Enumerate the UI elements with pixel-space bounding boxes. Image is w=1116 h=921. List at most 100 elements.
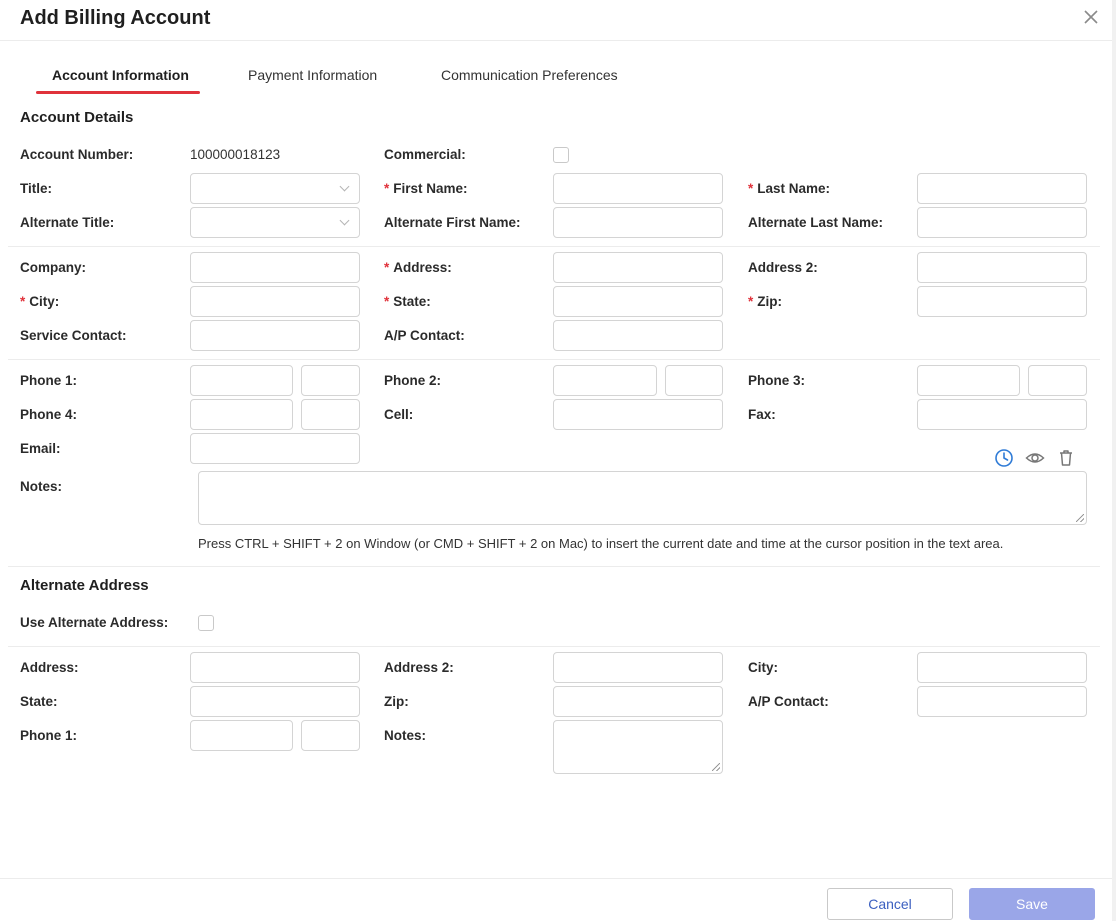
phone2-input[interactable] <box>553 365 657 396</box>
address2-label: Address 2: <box>748 260 818 275</box>
divider <box>8 566 1100 567</box>
alt-notes-textarea[interactable] <box>553 720 723 774</box>
cell-label: Cell: <box>384 407 414 422</box>
phone4-input[interactable] <box>190 399 293 430</box>
service-contact-input[interactable] <box>190 320 360 351</box>
first-name-label: * First Name: <box>384 181 468 196</box>
header-divider <box>0 40 1112 41</box>
resize-handle[interactable] <box>1076 514 1084 522</box>
tab-communication-preferences[interactable]: Communication Preferences <box>441 66 618 84</box>
notes-hint: Press CTRL + SHIFT + 2 on Window (or CMD… <box>198 536 1004 551</box>
save-button[interactable]: Save <box>969 888 1095 920</box>
divider <box>8 359 1100 360</box>
alt-state-input[interactable] <box>190 686 360 717</box>
title-select[interactable] <box>190 173 360 204</box>
fax-label: Fax: <box>748 407 776 422</box>
commercial-label: Commercial: <box>384 147 466 162</box>
alternate-title-label: Alternate Title: <box>20 215 115 230</box>
use-alternate-address-label: Use Alternate Address: <box>20 615 169 630</box>
alt-ap-contact-input[interactable] <box>917 686 1087 717</box>
last-name-input[interactable] <box>917 173 1087 204</box>
commercial-checkbox[interactable] <box>553 147 569 163</box>
required-mark: * <box>384 294 390 309</box>
address-input[interactable] <box>553 252 723 283</box>
phone2-ext-input[interactable] <box>665 365 723 396</box>
dialog-title: Add Billing Account <box>20 7 211 29</box>
tab-payment-information[interactable]: Payment Information <box>248 66 377 84</box>
alt-address2-input[interactable] <box>553 652 723 683</box>
cell-input[interactable] <box>553 399 723 430</box>
close-icon[interactable] <box>1082 8 1100 26</box>
alternate-last-name-label: Alternate Last Name: <box>748 215 884 230</box>
alt-address-input[interactable] <box>190 652 360 683</box>
phone1-ext-input[interactable] <box>301 365 360 396</box>
alt-state-label: State: <box>20 694 58 709</box>
fax-input[interactable] <box>917 399 1087 430</box>
tab-account-information[interactable]: Account Information <box>52 66 189 84</box>
alternate-title-select[interactable] <box>190 207 360 238</box>
alt-zip-label: Zip: <box>384 694 409 709</box>
phone1-label: Phone 1: <box>20 373 78 388</box>
account-number-value: 100000018123 <box>190 147 281 162</box>
address-label: * Address: <box>384 260 452 275</box>
phone3-ext-input[interactable] <box>1028 365 1087 396</box>
phone2-label: Phone 2: <box>384 373 442 388</box>
phone4-label: Phone 4: <box>20 407 78 422</box>
email-input[interactable] <box>190 433 360 464</box>
company-label: Company: <box>20 260 87 275</box>
account-number-label: Account Number: <box>20 147 134 162</box>
ap-contact-label: A/P Contact: <box>384 328 465 343</box>
alt-ap-contact-label: A/P Contact: <box>748 694 829 709</box>
phone4-ext-input[interactable] <box>301 399 360 430</box>
notes-textarea[interactable] <box>198 471 1087 525</box>
alt-notes-label: Notes: <box>384 728 427 743</box>
required-mark: * <box>748 181 754 196</box>
phone1-input[interactable] <box>190 365 293 396</box>
alt-address2-label: Address 2: <box>384 660 454 675</box>
address2-input[interactable] <box>917 252 1087 283</box>
service-contact-label: Service Contact: <box>20 328 127 343</box>
section-alternate-address: Alternate Address <box>20 577 149 594</box>
divider <box>8 646 1100 647</box>
clock-icon[interactable] <box>994 448 1014 468</box>
email-label: Email: <box>20 441 61 456</box>
state-label: * State: <box>384 294 431 309</box>
city-label: * City: <box>20 294 60 309</box>
first-name-input[interactable] <box>553 173 723 204</box>
alt-city-label: City: <box>748 660 778 675</box>
divider <box>8 246 1100 247</box>
alt-address-label: Address: <box>20 660 79 675</box>
zip-label: * Zip: <box>748 294 783 309</box>
eye-icon[interactable] <box>1025 448 1045 468</box>
ap-contact-input[interactable] <box>553 320 723 351</box>
cancel-button[interactable]: Cancel <box>827 888 953 920</box>
alt-phone1-ext-input[interactable] <box>301 720 360 751</box>
alt-phone1-label: Phone 1: <box>20 728 78 743</box>
alternate-last-name-input[interactable] <box>917 207 1087 238</box>
active-tab-indicator <box>36 91 200 94</box>
phone3-input[interactable] <box>917 365 1020 396</box>
alternate-first-name-label: Alternate First Name: <box>384 215 521 230</box>
trash-icon[interactable] <box>1056 448 1076 468</box>
required-mark: * <box>384 260 390 275</box>
phone3-label: Phone 3: <box>748 373 806 388</box>
zip-input[interactable] <box>917 286 1087 317</box>
alt-city-input[interactable] <box>917 652 1087 683</box>
required-mark: * <box>20 294 26 309</box>
company-input[interactable] <box>190 252 360 283</box>
resize-handle[interactable] <box>712 763 720 771</box>
city-input[interactable] <box>190 286 360 317</box>
alternate-first-name-input[interactable] <box>553 207 723 238</box>
footer-divider <box>0 878 1112 879</box>
required-mark: * <box>384 181 390 196</box>
alt-phone1-input[interactable] <box>190 720 293 751</box>
section-account-details: Account Details <box>20 109 134 126</box>
state-input[interactable] <box>553 286 723 317</box>
scrollbar[interactable] <box>1112 0 1116 921</box>
required-mark: * <box>748 294 754 309</box>
title-label: Title: <box>20 181 53 196</box>
alt-zip-input[interactable] <box>553 686 723 717</box>
use-alternate-address-checkbox[interactable] <box>198 615 214 631</box>
notes-label: Notes: <box>20 479 63 494</box>
last-name-label: * Last Name: <box>748 181 831 196</box>
